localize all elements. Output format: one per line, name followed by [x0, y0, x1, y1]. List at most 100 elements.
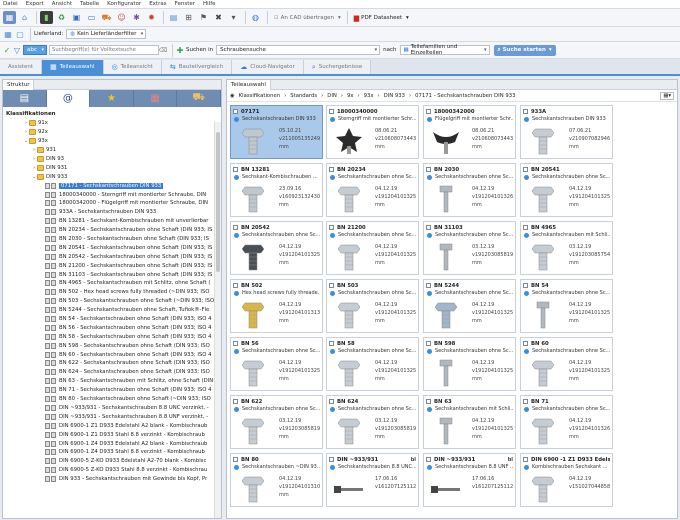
part-card[interactable]: BN 5244 Sechskantschrauben ohne Sc... 04.1… [423, 279, 516, 333]
search-start-button[interactable]: ⌕ Suche starten ▾ [493, 44, 556, 56]
info-icon[interactable] [234, 291, 239, 296]
part-checkbox[interactable] [523, 399, 528, 404]
tree-node[interactable]: ⌄ DIN 933 [3, 172, 221, 181]
part-card[interactable]: 07171 Sechskantschrauben DIN 933 05.10.21 v… [230, 105, 323, 159]
tree-node[interactable]: › DIN 93 [3, 155, 221, 164]
tree-node[interactable]: BN 21200 - Sechskantschrauben ohne Schaf… [3, 261, 221, 270]
part-card[interactable]: BN 31103 Sechskantschrauben ohne Sc... 03.… [423, 221, 516, 275]
part-card[interactable]: BN 20542 Sechskantschrauben ohne Sc... 04.… [230, 221, 323, 275]
copy-icon[interactable]: ▢ [15, 28, 25, 41]
part-card[interactable]: BN 503 Sechskantschrauben ohne Sc... 04.12… [326, 279, 419, 333]
part-checkbox[interactable] [426, 399, 431, 404]
view-icon[interactable]: ▾ [227, 11, 240, 24]
part-checkbox[interactable] [329, 399, 334, 404]
part-card[interactable]: BN 21200 Sechskantschrauben ohne Sc... 04.… [326, 221, 419, 275]
part-card[interactable]: BN 54 Sechskantschrauben ohne Sc... 04.12.… [520, 279, 613, 333]
tree-node[interactable]: BN 624 - Sechskantschrauben ohne Schaft … [3, 368, 221, 377]
part-card[interactable]: BN 20234 Sechskantschrauben ohne Sc... 04.… [326, 163, 419, 217]
part-checkbox[interactable] [233, 109, 238, 114]
tree-node[interactable]: BN 5244 - Sechskantschrauben ohne Schaft… [3, 306, 221, 315]
tree-node[interactable]: DIN ~933/931 - Sechskantschrauben 8.8 UN… [3, 412, 221, 421]
part-checkbox[interactable] [523, 109, 528, 114]
breadcrumb-item[interactable]: Standards [290, 93, 317, 99]
part-card[interactable]: BN 622 Sechskantschrauben ohne Sc... 03.12… [230, 395, 323, 449]
tree-node[interactable]: DIN 6900-1 Z1 D933 Edelstahl A2 blank - … [3, 421, 221, 430]
part-checkbox[interactable] [426, 167, 431, 172]
part-checkbox[interactable] [523, 283, 528, 288]
tree-node[interactable]: BN 20234 - Sechskantschrauben ohne Schaf… [3, 226, 221, 235]
part-checkbox[interactable] [233, 341, 238, 346]
clear-icon[interactable]: ⌫ [159, 44, 167, 57]
add-icon[interactable]: ✚ [176, 44, 184, 57]
breadcrumb-item[interactable]: 93x [364, 93, 374, 99]
part-checkbox[interactable] [233, 399, 238, 404]
tree-node[interactable]: BN 80 - Sechskantschrauben ohne Schaft (… [3, 395, 221, 404]
tab-suchergebnisse[interactable]: ⌕ Suchergebnisse [303, 60, 372, 74]
refresh-icon[interactable]: ♻ [55, 11, 68, 24]
info-icon[interactable] [330, 407, 335, 412]
user-icon[interactable]: ☺ [115, 11, 128, 24]
part-card[interactable]: BN 4965 Sechskantschrauben mit Schli... 03… [520, 221, 613, 275]
info-icon[interactable] [524, 175, 529, 180]
menu-view[interactable]: Ansicht [52, 1, 72, 7]
measure-icon[interactable]: ⊞ [182, 11, 195, 24]
part-card[interactable]: DIN 6900 -1 Z1 D933 EdelstahlKombischrau… [520, 453, 613, 507]
info-icon[interactable] [427, 407, 432, 412]
tree-node[interactable]: DIN ~933/931 - Sechskantschrauben 8.8 UN… [3, 404, 221, 413]
info-icon[interactable] [330, 465, 335, 470]
breadcrumb-item[interactable]: DIN [327, 93, 337, 99]
part-checkbox[interactable] [233, 225, 238, 230]
favorites-tab[interactable]: ★ [90, 90, 134, 107]
phone-icon[interactable]: ▮ [40, 11, 53, 24]
info-icon[interactable] [330, 117, 335, 122]
info-icon[interactable] [524, 465, 529, 470]
breadcrumb-item[interactable]: DIN 933 [384, 93, 405, 99]
part-card[interactable]: BN 502 Hex head screws fully threade... 04… [230, 279, 323, 333]
search-in-select[interactable]: Schraubensuche ▾ [216, 45, 381, 55]
part-card[interactable]: BN 80 Sechskantschrauben ~DIN 93... 04.12.… [230, 453, 323, 507]
part-checkbox[interactable] [329, 167, 334, 172]
tree-node[interactable]: BN 71 - Sechskantschrauben ohne Schaft (… [3, 386, 221, 395]
search-for-select[interactable]: ▦ Teilefamilien und Einzelteilen ▾ [399, 44, 490, 56]
at-tab[interactable]: @ [46, 90, 91, 107]
lieferland-select[interactable]: ◍ Kein Lieferländerfilter ▾ [66, 29, 147, 39]
breadcrumb-item[interactable]: Klassifikationen [239, 93, 281, 99]
checkmark-icon[interactable]: ✓ [3, 44, 11, 57]
tab-teileansicht[interactable]: ◎ Teileansicht [103, 60, 162, 74]
tree-node[interactable]: BN 20542 - Sechskantschrauben ohne Schaf… [3, 252, 221, 261]
tree-node[interactable]: BN 31103 - Sechskantschrauben ohne Schaf… [3, 270, 221, 279]
part-checkbox[interactable] [233, 457, 238, 462]
part-card[interactable]: BN 624 Sechskantschrauben ohne Sc... 03.12… [326, 395, 419, 449]
info-icon[interactable] [524, 291, 529, 296]
info-icon[interactable] [234, 407, 239, 412]
part-checkbox[interactable] [523, 225, 528, 230]
info-icon[interactable] [524, 117, 529, 122]
tree-node[interactable]: › DIN 931 [3, 163, 221, 172]
globe-icon[interactable]: ◍ [249, 11, 262, 24]
part-checkbox[interactable] [233, 283, 238, 288]
tree-node[interactable]: › 931 [3, 146, 221, 155]
part-checkbox[interactable] [426, 109, 431, 114]
info-icon[interactable] [330, 291, 335, 296]
calendar-tab[interactable]: ▦ [134, 90, 178, 107]
info-icon[interactable] [234, 465, 239, 470]
monitor-icon[interactable]: ▭ [85, 11, 98, 24]
tree-node[interactable]: BN 60 - Sechskantschrauben ohne Schaft (… [3, 350, 221, 359]
search-mode-select[interactable]: abc ▾ [23, 45, 47, 55]
tab-bauteilvergleich[interactable]: ⇆ Bauteilvergleich [161, 60, 233, 74]
tools-icon[interactable]: ✖ [212, 11, 225, 24]
part-card[interactable]: BN 58 Sechskantschrauben ohne Sc... 04.12.… [326, 337, 419, 391]
part-card[interactable]: DIN ~933/931 bl Sechskantschrauben 8.8 UNC… [326, 453, 419, 507]
tree-node[interactable]: BN 54 - Sechskantschrauben ohne Schaft (… [3, 315, 221, 324]
part-checkbox[interactable] [233, 167, 238, 172]
tree-node[interactable]: DIN 933 - Sechskantschrauben mit Gewinde… [3, 475, 221, 484]
menu-export[interactable]: Export [26, 1, 44, 7]
info-icon[interactable] [330, 233, 335, 238]
part-checkbox[interactable] [426, 283, 431, 288]
tree-node[interactable]: 18000340000 - Sterngriff mit montierter … [3, 190, 221, 199]
part-checkbox[interactable] [426, 457, 431, 462]
search-input[interactable] [49, 45, 159, 55]
info-icon[interactable] [427, 291, 432, 296]
info-icon[interactable] [427, 349, 432, 354]
trash-icon[interactable]: ▣ [70, 11, 83, 24]
